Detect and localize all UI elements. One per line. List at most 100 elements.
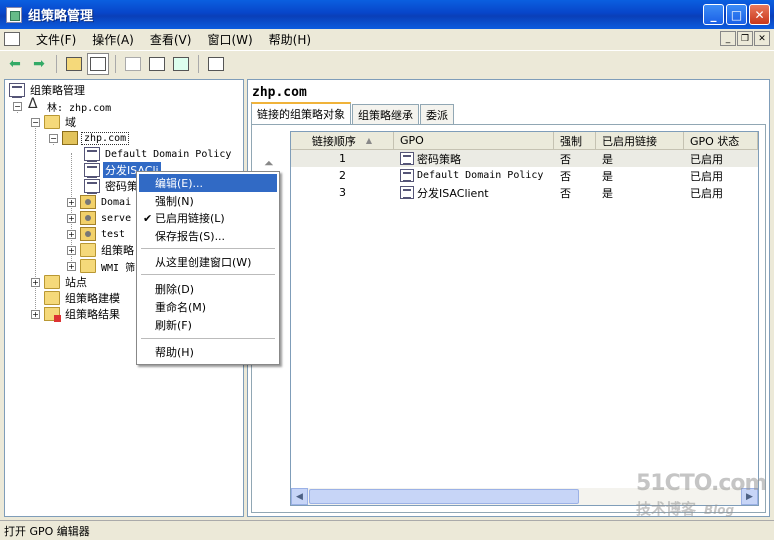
- ctx-save-report[interactable]: 保存报告(S)...: [139, 227, 277, 245]
- column-gpo-status[interactable]: GPO 状态: [684, 132, 758, 149]
- maximize-button[interactable]: □: [726, 4, 747, 25]
- cell-gpo: 密码策略: [394, 151, 554, 167]
- child-restore-button[interactable]: ❐: [737, 31, 753, 46]
- tree-node-test[interactable]: + test: [67, 226, 127, 242]
- expand-icon[interactable]: +: [67, 245, 76, 255]
- linked-gpo-list[interactable]: 链接顺序 ▲ GPO 强制 已启用链接 GPO 状态 1 密码策略 否 是 已启…: [290, 131, 759, 506]
- checkmark-icon: ✔: [143, 211, 153, 225]
- forest-icon: [26, 96, 42, 113]
- table-row[interactable]: 1 密码策略 否 是 已启用: [291, 150, 758, 167]
- sort-ascending-icon: ▲: [365, 136, 373, 145]
- expand-icon[interactable]: +: [31, 309, 40, 319]
- ctx-help[interactable]: 帮助(H): [139, 343, 277, 361]
- tree-node-domains[interactable]: − 域: [31, 114, 78, 130]
- expand-icon[interactable]: +: [31, 277, 40, 287]
- tab-gp-inheritance[interactable]: 组策略继承: [352, 104, 419, 124]
- tab-linked-gpos[interactable]: 链接的组策略对象: [251, 102, 351, 124]
- ctx-edit[interactable]: 编辑(E)...: [139, 174, 277, 192]
- tree-node-forest[interactable]: − 林: zhp.com: [13, 96, 113, 114]
- menu-help[interactable]: 帮助(H): [261, 31, 319, 48]
- sites-folder-icon: [44, 275, 60, 289]
- minimize-button[interactable]: _: [703, 4, 724, 25]
- ctx-enforced[interactable]: 强制(N): [139, 192, 277, 210]
- mmc-system-menu-icon[interactable]: [4, 32, 20, 46]
- tree-node-password-policy[interactable]: 密码策: [84, 178, 140, 194]
- ctx-delete[interactable]: 删除(D): [139, 280, 277, 298]
- tree-node-domain[interactable]: − zhp.com: [49, 130, 130, 146]
- column-link-enabled[interactable]: 已启用链接: [596, 132, 684, 149]
- table-row[interactable]: 2 Default Domain Policy 否 是 已启用: [291, 167, 758, 184]
- table-row[interactable]: 3 分发ISAClient 否 是 已启用: [291, 184, 758, 201]
- scroll-left-icon[interactable]: ◀: [291, 488, 308, 505]
- help-icon[interactable]: [205, 53, 227, 75]
- forward-arrow-icon[interactable]: ➡: [28, 53, 50, 75]
- wmi-folder-icon: [80, 259, 96, 273]
- column-enforced[interactable]: 强制: [554, 132, 596, 149]
- tree-node-gpmc-root[interactable]: 组策略管理: [9, 82, 87, 98]
- up-one-level-icon[interactable]: [63, 53, 85, 75]
- menu-window[interactable]: 窗口(W): [199, 31, 260, 48]
- ctx-link-enabled[interactable]: ✔ 已启用链接(L): [139, 209, 277, 227]
- tree-node-wmi-filters[interactable]: + WMI 筛: [67, 258, 137, 274]
- gpo-link-icon: [84, 147, 100, 162]
- menu-view[interactable]: 查看(V): [142, 31, 200, 48]
- expand-icon[interactable]: +: [67, 261, 76, 271]
- cell-status: 已启用: [690, 152, 723, 166]
- ou-icon: [80, 211, 96, 225]
- tree-node-default-domain-policy[interactable]: Default Domain Policy: [84, 146, 233, 162]
- menu-file[interactable]: 文件(F): [28, 31, 84, 48]
- toolbar: ⬅ ➡: [0, 50, 774, 77]
- close-button[interactable]: ✕: [749, 4, 770, 25]
- gpo-link-icon: [84, 179, 100, 194]
- ou-icon: [80, 195, 96, 209]
- collapse-icon[interactable]: −: [31, 117, 40, 127]
- tree-node-modeling[interactable]: 组策略建模: [44, 290, 122, 306]
- expand-icon[interactable]: +: [67, 213, 76, 223]
- menu-action[interactable]: 操作(A): [84, 31, 142, 48]
- cell-order: 3: [339, 186, 346, 199]
- gpo-link-icon: [400, 152, 414, 165]
- list-header: 链接顺序 ▲ GPO 强制 已启用链接 GPO 状态: [291, 132, 758, 150]
- watermark-subtitle: 技术博客: [636, 500, 697, 518]
- expand-icon[interactable]: +: [67, 229, 76, 239]
- cell-status: 已启用: [690, 186, 723, 200]
- show-hide-tree-icon[interactable]: [87, 53, 109, 75]
- ctx-rename[interactable]: 重命名(M): [139, 298, 277, 316]
- tree-node-gpo-objects[interactable]: + 组策略: [67, 242, 136, 258]
- expand-icon[interactable]: +: [67, 197, 76, 207]
- gpo-folder-icon: [80, 243, 96, 257]
- watermark-blog: Blog: [704, 503, 735, 517]
- gpmc-app-icon[interactable]: [6, 6, 22, 23]
- properties-icon[interactable]: [146, 53, 168, 75]
- refresh-icon[interactable]: [170, 53, 192, 75]
- tree-node-domain-controllers[interactable]: + Domai: [67, 194, 133, 210]
- ctx-refresh[interactable]: 刷新(F): [139, 316, 277, 334]
- column-link-order[interactable]: 链接顺序 ▲: [291, 132, 394, 149]
- domain-icon: [62, 131, 78, 145]
- tree-node-servers[interactable]: + serve: [67, 210, 133, 226]
- collapse-icon[interactable]: −: [49, 133, 58, 143]
- cell-link-enabled: 是: [602, 152, 613, 166]
- tree-node-sites[interactable]: + 站点: [31, 274, 89, 290]
- collapse-icon[interactable]: −: [13, 101, 22, 111]
- child-minimize-button[interactable]: _: [720, 31, 736, 46]
- tab-delegation[interactable]: 委派: [420, 104, 454, 124]
- toolbar-separator: [115, 55, 116, 73]
- menu-bar: 文件(F) 操作(A) 查看(V) 窗口(W) 帮助(H) _ ❐ ✕: [0, 29, 774, 49]
- tree-node-results[interactable]: + 组策略结果: [31, 306, 122, 322]
- title-bar[interactable]: 组策略管理 _ □ ✕: [0, 0, 774, 29]
- gpo-link-icon: [400, 169, 414, 182]
- domains-folder-icon: [44, 115, 60, 129]
- column-gpo[interactable]: GPO: [394, 132, 554, 149]
- child-close-button[interactable]: ✕: [754, 31, 770, 46]
- gpo-link-icon: [400, 186, 414, 199]
- cell-gpo: Default Domain Policy: [394, 169, 554, 182]
- scrollbar-thumb[interactable]: [309, 489, 579, 504]
- ctx-new-window-from-here[interactable]: 从这里创建窗口(W): [139, 253, 277, 271]
- delete-icon[interactable]: [122, 53, 144, 75]
- results-folder-icon: [44, 307, 61, 322]
- modeling-folder-icon: [44, 291, 60, 305]
- status-text: 打开 GPO 编辑器: [4, 524, 90, 538]
- back-arrow-icon[interactable]: ⬅: [4, 53, 26, 75]
- status-bar: 打开 GPO 编辑器: [0, 520, 774, 540]
